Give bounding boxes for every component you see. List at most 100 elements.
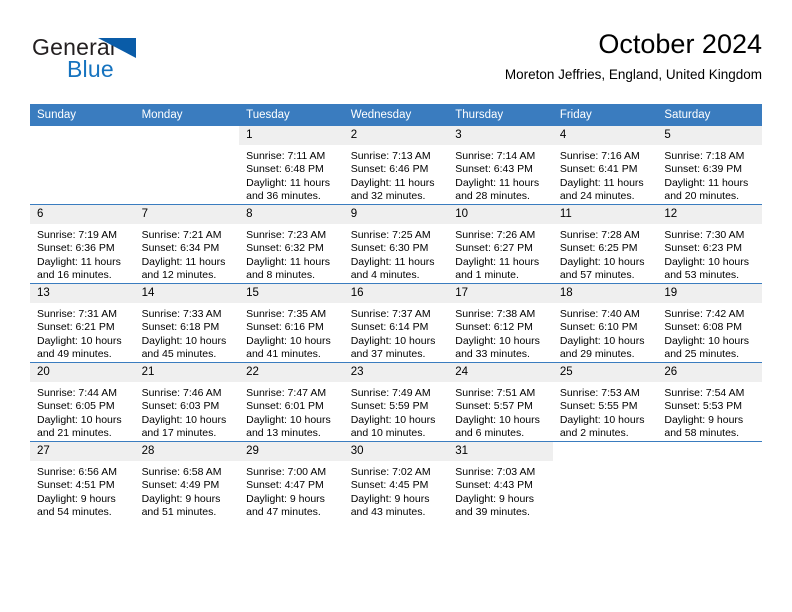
daylight-text-line1: Daylight: 9 hours (455, 492, 535, 505)
calendar-day-cell[interactable]: 8 Sunrise: 7:23 AM Sunset: 6:32 PM Daylight… (239, 204, 344, 284)
sunrise-text: Sunrise: 7:40 AM (559, 308, 640, 320)
day-number (657, 442, 762, 461)
sunset-text: Sunset: 4:49 PM (141, 479, 220, 492)
sunrise-text: Sunrise: 7:53 AM (559, 387, 640, 399)
daylight-text-line2: and 51 minutes. (141, 506, 217, 519)
daylight-text-line2: and 57 minutes. (559, 269, 635, 282)
daylight-text-line1: Daylight: 10 hours (350, 413, 436, 426)
calendar-day-cell[interactable]: 14 Sunrise: 7:33 AM Sunset: 6:18 PM Dayligh… (134, 283, 240, 363)
day-sun-info: Sunrise: 7:31 AM Sunset: 6:21 PM Daylight:… (30, 303, 135, 362)
daylight-text-line1: Daylight: 9 hours (141, 492, 221, 505)
calendar-day-cell[interactable]: 18 Sunrise: 7:40 AM Sunset: 6:10 PM Dayligh… (552, 283, 658, 363)
day-number: 9 (343, 205, 449, 224)
calendar-day-cell[interactable]: 12 Sunrise: 7:30 AM Sunset: 6:23 PM Dayligh… (657, 204, 762, 284)
calendar-day-cell[interactable]: 1 Sunrise: 7:11 AM Sunset: 6:48 PM Daylight… (239, 126, 344, 205)
daylight-text-line2: and 10 minutes. (350, 427, 426, 440)
day-sun-info: Sunrise: 7:26 AM Sunset: 6:27 PM Daylight:… (448, 224, 553, 283)
calendar-day-cell[interactable]: 28 Sunrise: 6:58 AM Sunset: 4:49 PM Dayligh… (134, 441, 240, 520)
daylight-text-line2: and 24 minutes. (559, 190, 635, 203)
weekday-header-thursday: Thursday (448, 104, 553, 126)
calendar-day-cell[interactable]: 22 Sunrise: 7:47 AM Sunset: 6:01 PM Dayligh… (239, 362, 344, 442)
sunrise-text: Sunrise: 7:13 AM (350, 150, 431, 162)
daylight-text-line2: and 58 minutes. (664, 427, 740, 440)
calendar-day-cell[interactable]: 27 Sunrise: 6:56 AM Sunset: 4:51 PM Dayligh… (30, 441, 135, 520)
daylight-text-line2: and 32 minutes. (350, 190, 426, 203)
calendar-day-cell[interactable]: 29 Sunrise: 7:00 AM Sunset: 4:47 PM Dayligh… (239, 441, 344, 520)
sunset-text: Sunset: 6:39 PM (664, 163, 743, 176)
calendar-day-cell[interactable]: 3 Sunrise: 7:14 AM Sunset: 6:43 PM Daylight… (448, 126, 553, 205)
calendar-day-cell[interactable]: 13 Sunrise: 7:31 AM Sunset: 6:21 PM Dayligh… (30, 283, 135, 363)
sunset-text: Sunset: 6:41 PM (559, 163, 638, 176)
day-sun-info: Sunrise: 7:28 AM Sunset: 6:25 PM Daylight:… (553, 224, 658, 283)
calendar-week-row: 6 Sunrise: 7:19 AM Sunset: 6:36 PM Daylight… (30, 204, 762, 284)
day-number: 15 (239, 284, 344, 303)
sunrise-text: Sunrise: 7:21 AM (141, 229, 222, 241)
calendar-day-cell[interactable]: 30 Sunrise: 7:02 AM Sunset: 4:45 PM Dayligh… (343, 441, 449, 520)
day-number (134, 126, 240, 145)
calendar-day-cell[interactable]: 20 Sunrise: 7:44 AM Sunset: 6:05 PM Dayligh… (30, 362, 135, 442)
calendar-day-cell[interactable]: 6 Sunrise: 7:19 AM Sunset: 6:36 PM Daylight… (30, 204, 135, 284)
day-sun-info: Sunrise: 7:47 AM Sunset: 6:01 PM Daylight:… (239, 382, 344, 441)
weekday-header-tuesday: Tuesday (239, 104, 344, 126)
daylight-text-line1: Daylight: 11 hours (246, 176, 330, 189)
day-number: 19 (657, 284, 762, 303)
day-number: 1 (239, 126, 344, 145)
calendar-day-cell[interactable]: 15 Sunrise: 7:35 AM Sunset: 6:16 PM Dayligh… (239, 283, 344, 363)
day-number: 10 (448, 205, 553, 224)
daylight-text-line2: and 33 minutes. (455, 348, 530, 361)
calendar-day-cell[interactable]: 19 Sunrise: 7:42 AM Sunset: 6:08 PM Dayligh… (657, 283, 762, 363)
calendar-day-cell[interactable]: 11 Sunrise: 7:28 AM Sunset: 6:25 PM Dayligh… (552, 204, 658, 284)
sunrise-text: Sunrise: 6:56 AM (37, 466, 117, 478)
calendar-day-cell[interactable]: 4 Sunrise: 7:16 AM Sunset: 6:41 PM Daylight… (552, 126, 658, 205)
sunset-text: Sunset: 6:27 PM (455, 242, 533, 255)
daylight-text-line1: Daylight: 11 hours (350, 255, 435, 268)
calendar-day-cell[interactable]: 26 Sunrise: 7:54 AM Sunset: 5:53 PM Dayligh… (657, 362, 762, 442)
daylight-text-line2: and 54 minutes. (37, 506, 112, 519)
calendar-day-cell[interactable]: 2 Sunrise: 7:13 AM Sunset: 6:46 PM Daylight… (343, 126, 449, 205)
title-block: October 2024 Moreton Jeffries, England, … (505, 28, 762, 83)
calendar-day-cell[interactable]: 7 Sunrise: 7:21 AM Sunset: 6:34 PM Daylight… (134, 204, 240, 284)
sunset-text: Sunset: 6:36 PM (37, 242, 115, 255)
daylight-text-line2: and 36 minutes. (246, 190, 321, 203)
calendar-day-cell-empty (552, 441, 658, 520)
page-header: General Blue October 2024 Moreton Jeffri… (30, 28, 762, 98)
calendar-day-cell[interactable]: 23 Sunrise: 7:49 AM Sunset: 5:59 PM Dayligh… (343, 362, 449, 442)
calendar-day-cell[interactable]: 9 Sunrise: 7:25 AM Sunset: 6:30 PM Daylight… (343, 204, 449, 284)
daylight-text-line1: Daylight: 11 hours (37, 255, 121, 268)
general-blue-logo[interactable]: General Blue (32, 34, 162, 86)
day-sun-info: Sunrise: 7:03 AM Sunset: 4:43 PM Daylight:… (448, 461, 553, 520)
daylight-text-line1: Daylight: 10 hours (455, 334, 540, 347)
calendar-day-cell[interactable]: 31 Sunrise: 7:03 AM Sunset: 4:43 PM Dayligh… (448, 441, 553, 520)
daylight-text-line2: and 43 minutes. (350, 506, 426, 519)
sunset-text: Sunset: 6:03 PM (141, 400, 220, 413)
calendar-day-cell[interactable]: 17 Sunrise: 7:38 AM Sunset: 6:12 PM Dayligh… (448, 283, 553, 363)
page-subtitle: Moreton Jeffries, England, United Kingdo… (504, 67, 762, 82)
calendar-day-cell[interactable]: 16 Sunrise: 7:37 AM Sunset: 6:14 PM Dayligh… (343, 283, 449, 363)
day-number: 3 (448, 126, 553, 145)
day-number: 28 (134, 442, 240, 461)
calendar-day-cell[interactable]: 10 Sunrise: 7:26 AM Sunset: 6:27 PM Dayligh… (448, 204, 553, 284)
day-number: 14 (134, 284, 240, 303)
sunset-text: Sunset: 6:16 PM (246, 321, 324, 334)
sunrise-text: Sunrise: 7:03 AM (455, 466, 536, 478)
calendar-day-cell[interactable]: 5 Sunrise: 7:18 AM Sunset: 6:39 PM Daylight… (657, 126, 762, 205)
daylight-text-line1: Daylight: 11 hours (664, 176, 749, 189)
day-sun-info: Sunrise: 7:13 AM Sunset: 6:46 PM Daylight:… (344, 145, 449, 204)
calendar-day-cell[interactable]: 21 Sunrise: 7:46 AM Sunset: 6:03 PM Dayligh… (134, 362, 240, 442)
calendar-day-cell-empty (134, 126, 240, 205)
calendar-day-cell[interactable]: 25 Sunrise: 7:53 AM Sunset: 5:55 PM Dayligh… (552, 362, 658, 442)
daylight-text-line2: and 12 minutes. (141, 269, 217, 282)
daylight-text-line2: and 2 minutes. (559, 427, 629, 440)
sunset-text: Sunset: 6:25 PM (559, 242, 638, 255)
calendar-day-cell-empty (30, 126, 135, 205)
day-number: 23 (343, 363, 449, 382)
daylight-text-line2: and 45 minutes. (141, 348, 217, 361)
day-sun-info: Sunrise: 7:49 AM Sunset: 5:59 PM Daylight:… (344, 382, 449, 441)
calendar-week-row: 13 Sunrise: 7:31 AM Sunset: 6:21 PM Dayligh… (30, 283, 762, 363)
day-number: 25 (552, 363, 658, 382)
calendar-day-cell[interactable]: 24 Sunrise: 7:51 AM Sunset: 5:57 PM Dayligh… (448, 362, 553, 442)
day-sun-info: Sunrise: 7:44 AM Sunset: 6:05 PM Daylight:… (30, 382, 135, 441)
daylight-text-line1: Daylight: 11 hours (246, 255, 330, 268)
sunrise-text: Sunrise: 7:18 AM (664, 150, 745, 162)
daylight-text-line1: Daylight: 10 hours (141, 334, 227, 347)
